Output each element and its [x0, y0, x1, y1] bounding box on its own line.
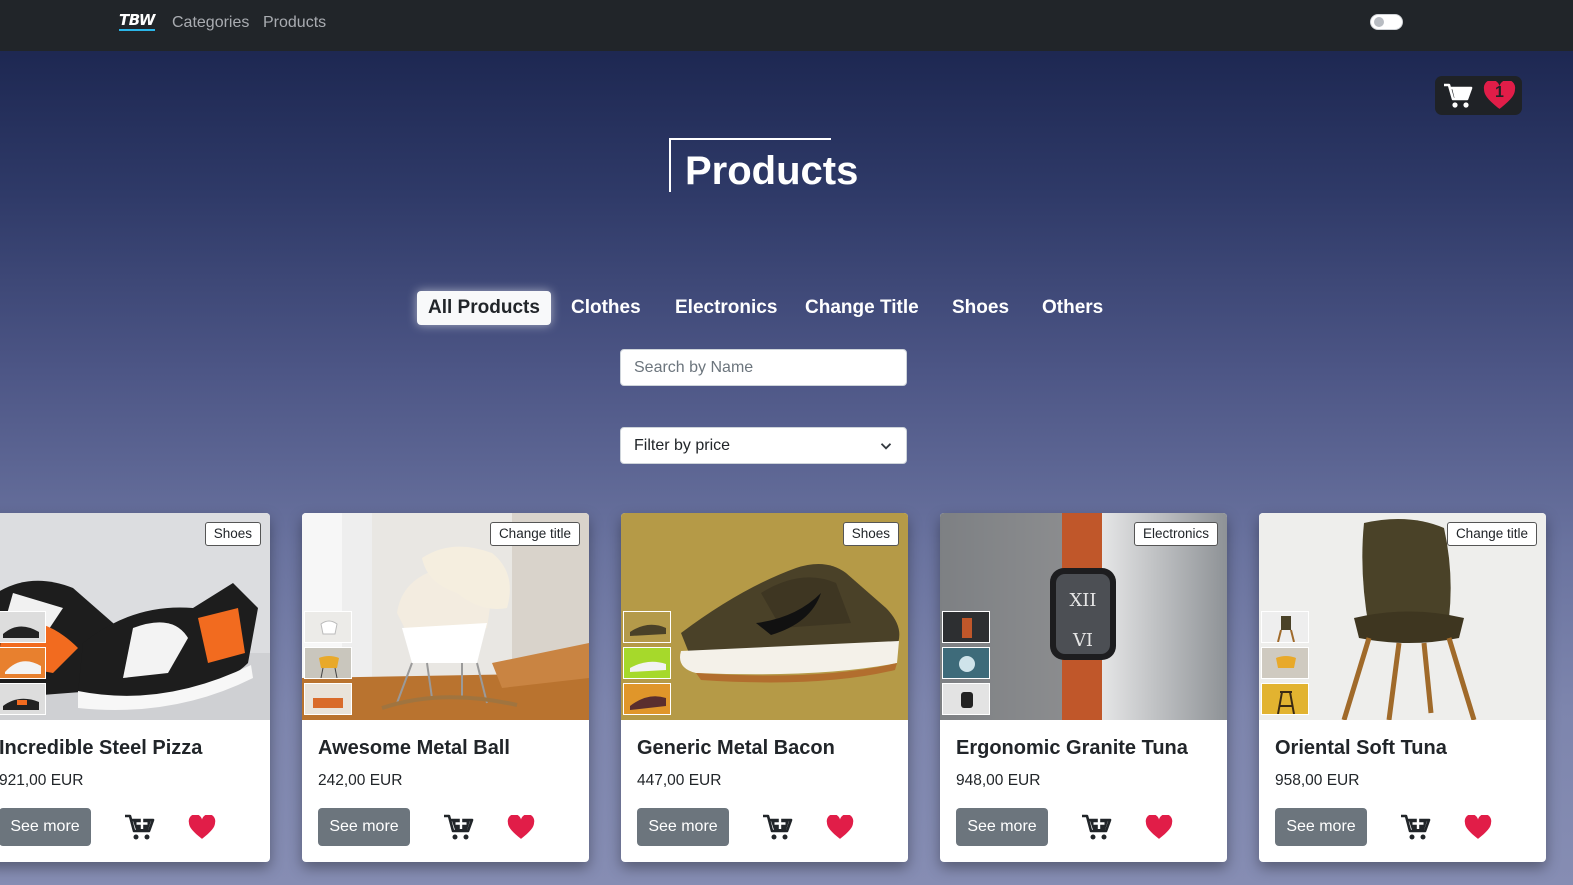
thumbnail[interactable]	[0, 683, 46, 715]
brand-logo[interactable]: TBW	[119, 13, 155, 31]
favorite-heart-icon[interactable]	[507, 815, 535, 840]
thumbnail[interactable]	[304, 611, 352, 643]
thumbnail-strip	[0, 611, 46, 719]
product-price: 447,00 EUR	[637, 772, 722, 789]
category-badge: Electronics	[1133, 522, 1218, 546]
add-to-cart-icon[interactable]	[1400, 813, 1432, 841]
favorites-count-badge: 1	[1495, 84, 1504, 101]
cart-icon[interactable]	[1442, 79, 1474, 111]
cart-favorites-panel: 1	[1435, 76, 1522, 115]
thumbnail[interactable]	[623, 647, 671, 679]
thumbnail[interactable]	[942, 647, 990, 679]
svg-text:VI: VI	[1072, 630, 1093, 651]
favorite-heart-icon[interactable]	[1464, 815, 1492, 840]
nav-link-products[interactable]: Products	[263, 14, 326, 32]
see-more-button[interactable]: See more	[1275, 808, 1367, 846]
add-to-cart-icon[interactable]	[124, 813, 156, 841]
page-title: Products	[685, 149, 859, 193]
product-image[interactable]: Change title	[1259, 513, 1546, 720]
product-price: 921,00 EUR	[0, 772, 84, 789]
product-name: Awesome Metal Ball	[318, 737, 510, 759]
tab-clothes[interactable]: Clothes	[571, 291, 641, 325]
tab-change-title[interactable]: Change Title	[805, 291, 919, 325]
thumbnail[interactable]	[1261, 611, 1309, 643]
price-filter-select[interactable]: Filter by price	[620, 427, 907, 464]
add-to-cart-icon[interactable]	[443, 813, 475, 841]
thumbnail[interactable]	[0, 647, 46, 679]
tab-others[interactable]: Others	[1042, 291, 1103, 325]
tab-all-products[interactable]: All Products	[417, 291, 551, 325]
thumbnail[interactable]	[623, 611, 671, 643]
product-image[interactable]: Shoes	[0, 513, 270, 720]
title-decor-line	[669, 138, 671, 192]
thumbnail[interactable]	[0, 611, 46, 643]
svg-text:XII: XII	[1069, 590, 1096, 611]
product-card: Change title Oriental Soft Tuna 958,00 E…	[1259, 513, 1546, 862]
product-name: Ergonomic Granite Tuna	[956, 737, 1188, 759]
product-image[interactable]: Change title	[302, 513, 589, 720]
thumbnail[interactable]	[1261, 683, 1309, 715]
favorite-heart-icon[interactable]	[826, 815, 854, 840]
product-price: 242,00 EUR	[318, 772, 403, 789]
thumbnail[interactable]	[623, 683, 671, 715]
thumbnail[interactable]	[942, 611, 990, 643]
price-filter-value: Filter by price	[634, 437, 731, 454]
product-image[interactable]: Shoes	[621, 513, 908, 720]
tab-electronics[interactable]: Electronics	[675, 291, 777, 325]
thumbnail-strip	[1261, 611, 1309, 719]
category-badge: Change title	[1446, 522, 1537, 546]
see-more-button[interactable]: See more	[956, 808, 1048, 846]
product-card: Shoes Generic Metal Bacon 447,00 EUR See…	[621, 513, 908, 862]
product-card: Shoes Incredible Steel Pizza 921,00 EUR …	[0, 513, 270, 862]
see-more-button[interactable]: See more	[318, 808, 410, 846]
top-navbar: TBW Categories Products	[0, 0, 1573, 51]
add-to-cart-icon[interactable]	[762, 813, 794, 841]
product-name: Generic Metal Bacon	[637, 737, 835, 759]
tab-shoes[interactable]: Shoes	[952, 291, 1009, 325]
favorite-heart-icon[interactable]	[188, 815, 216, 840]
see-more-button[interactable]: See more	[637, 808, 729, 846]
product-image[interactable]: XII VI Electronics	[940, 513, 1227, 720]
thumbnail[interactable]	[304, 683, 352, 715]
see-more-button[interactable]: See more	[0, 808, 91, 846]
product-name: Incredible Steel Pizza	[0, 737, 203, 759]
product-card: XII VI Electronics Ergonomic Granite Tun…	[940, 513, 1227, 862]
thumbnail[interactable]	[1261, 647, 1309, 679]
favorite-heart-icon[interactable]	[1145, 815, 1173, 840]
category-badge: Change title	[489, 522, 580, 546]
product-name: Oriental Soft Tuna	[1275, 737, 1447, 759]
title-decor-line	[669, 138, 831, 140]
product-price: 948,00 EUR	[956, 772, 1041, 789]
product-price: 958,00 EUR	[1275, 772, 1360, 789]
category-badge: Shoes	[204, 522, 261, 546]
product-card: Change title Awesome Metal Ball 242,00 E…	[302, 513, 589, 862]
thumbnail-strip	[623, 611, 671, 719]
toggle-knob	[1374, 17, 1384, 27]
category-badge: Shoes	[842, 522, 899, 546]
nav-link-categories[interactable]: Categories	[172, 14, 249, 32]
theme-toggle[interactable]	[1370, 14, 1403, 30]
chevron-down-icon	[880, 443, 892, 450]
search-input[interactable]	[620, 349, 907, 386]
thumbnail[interactable]	[942, 683, 990, 715]
page-title-block: Products	[669, 138, 858, 192]
thumbnail-strip	[942, 611, 990, 719]
thumbnail-strip	[304, 611, 352, 719]
add-to-cart-icon[interactable]	[1081, 813, 1113, 841]
thumbnail[interactable]	[304, 647, 352, 679]
